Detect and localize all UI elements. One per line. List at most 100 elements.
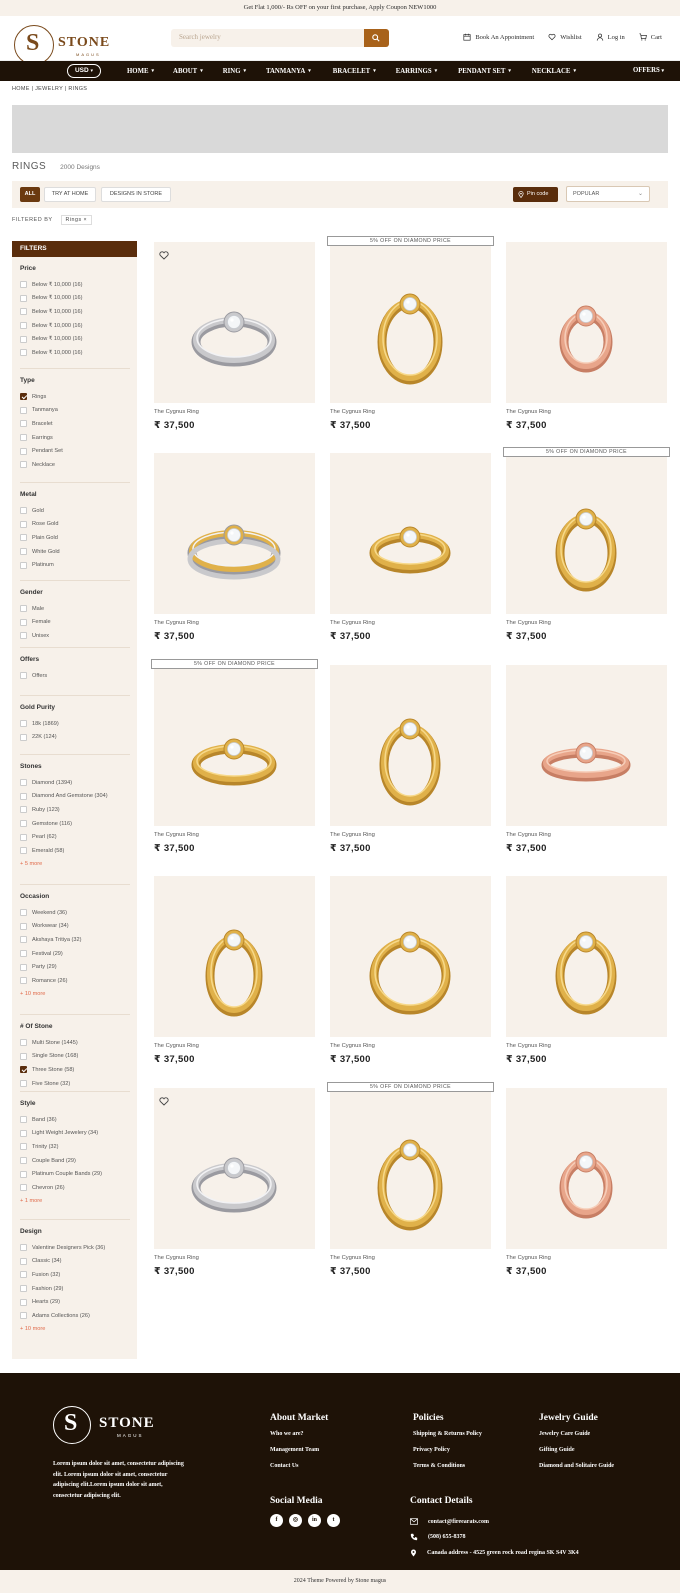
nav-item-ring[interactable]: RING ▾ (223, 68, 246, 75)
checkbox[interactable] (20, 720, 27, 728)
product-image[interactable] (154, 1088, 315, 1249)
nav-item-home[interactable]: HOME ▾ (127, 68, 154, 75)
footer-link[interactable]: Privacy Policy (413, 1447, 482, 1463)
footer-link[interactable]: Management Team (270, 1447, 328, 1463)
product-card[interactable]: The Cygnus Ring ₹ 37,500 (506, 665, 667, 854)
checkbox[interactable] (20, 322, 27, 330)
checkbox[interactable] (20, 632, 27, 640)
filter-option[interactable]: Necklace (20, 458, 130, 472)
checkbox[interactable] (20, 733, 27, 741)
filter-option[interactable]: Below ₹ 10,000 (16) (20, 278, 130, 292)
checkbox[interactable] (20, 335, 27, 343)
product-name[interactable]: The Cygnus Ring (154, 620, 315, 626)
linkedin-icon[interactable]: in (308, 1514, 321, 1527)
wishlist-link[interactable]: Wishlist (548, 33, 582, 41)
product-image[interactable] (330, 453, 491, 614)
login-link[interactable]: Log in (596, 33, 625, 41)
product-card[interactable]: The Cygnus Ring ₹ 37,500 (506, 1088, 667, 1277)
product-name[interactable]: The Cygnus Ring (154, 1255, 315, 1261)
filter-option[interactable]: Pearl (62) (20, 830, 130, 844)
filter-option[interactable]: Gold (20, 504, 130, 518)
facebook-icon[interactable]: f (270, 1514, 283, 1527)
filter-option[interactable]: Pendant Set (20, 444, 130, 458)
checkbox[interactable] (20, 977, 27, 985)
filter-option[interactable]: Plain Gold (20, 531, 130, 545)
checkbox[interactable] (20, 1129, 27, 1137)
checkbox[interactable] (20, 507, 27, 515)
checkbox[interactable] (20, 1244, 27, 1252)
checkbox[interactable] (20, 922, 27, 930)
checkbox[interactable] (20, 1312, 27, 1320)
product-name[interactable]: The Cygnus Ring (330, 409, 491, 415)
checkbox[interactable] (20, 461, 27, 469)
checkbox[interactable] (20, 618, 27, 626)
product-image[interactable] (330, 876, 491, 1037)
filter-option[interactable]: Unisex (20, 629, 130, 643)
nav-item-necklace[interactable]: NECKLACE ▾ (532, 68, 576, 75)
product-name[interactable]: The Cygnus Ring (154, 832, 315, 838)
product-card[interactable]: The Cygnus Ring ₹ 37,500 (154, 242, 315, 431)
product-image[interactable] (506, 242, 667, 403)
checkbox[interactable] (20, 936, 27, 944)
checkbox[interactable] (20, 393, 27, 401)
promo-banner[interactable] (12, 105, 668, 153)
filter-option[interactable]: Platinum (20, 558, 130, 572)
product-name[interactable]: The Cygnus Ring (506, 832, 667, 838)
checkbox[interactable] (20, 534, 27, 542)
filter-option[interactable]: Below ₹ 10,000 (16) (20, 305, 130, 319)
product-name[interactable]: The Cygnus Ring (330, 1255, 491, 1261)
product-image[interactable]: 5% OFF ON DIAMOND PRICE (151, 659, 318, 826)
product-card[interactable]: 5% OFF ON DIAMOND PRICE The Cygnus Ring ₹ … (151, 659, 318, 854)
product-name[interactable]: The Cygnus Ring (506, 1043, 667, 1049)
filter-option[interactable]: Male (20, 602, 130, 616)
checkbox[interactable] (20, 1052, 27, 1060)
filter-option[interactable]: 22K (124) (20, 731, 130, 745)
book-appointment-link[interactable]: Book An Appointment (463, 33, 534, 41)
product-image[interactable]: 5% OFF ON DIAMOND PRICE (327, 236, 494, 403)
checkbox[interactable] (20, 1143, 27, 1151)
checkbox[interactable] (20, 349, 27, 357)
checkbox[interactable] (20, 548, 27, 556)
checkbox[interactable] (20, 1157, 27, 1165)
search-input[interactable]: Search jewelry (171, 29, 389, 47)
wishlist-heart-icon[interactable] (159, 1093, 169, 1111)
filter-option[interactable]: Ruby (123) (20, 803, 130, 817)
filter-option[interactable]: Valentine Designers Pick (36) (20, 1241, 130, 1255)
checkbox[interactable] (20, 1170, 27, 1178)
footer-link[interactable]: Jewelry Care Guide (539, 1431, 614, 1447)
checkbox[interactable] (20, 672, 27, 680)
product-card[interactable]: 5% OFF ON DIAMOND PRICE The Cygnus Ring ₹ … (327, 1082, 494, 1277)
filter-option[interactable]: Romance (26) (20, 974, 130, 988)
show-more-link[interactable]: + 10 more (20, 1326, 130, 1332)
checkbox[interactable] (20, 1066, 27, 1074)
filter-option[interactable]: Below ₹ 10,000 (16) (20, 332, 130, 346)
filter-option[interactable]: Below ₹ 10,000 (16) (20, 319, 130, 333)
filter-option[interactable]: Below ₹ 10,000 (16) (20, 292, 130, 306)
nav-item-pendant-set[interactable]: PENDANT SET ▾ (458, 68, 511, 75)
product-name[interactable]: The Cygnus Ring (330, 1043, 491, 1049)
checkbox[interactable] (20, 833, 27, 841)
checkbox[interactable] (20, 950, 27, 958)
filter-option[interactable]: Party (29) (20, 960, 130, 974)
filter-option[interactable]: Multi Stone (1445) (20, 1036, 130, 1050)
checkbox[interactable] (20, 909, 27, 917)
filter-option[interactable]: Hearts (29) (20, 1295, 130, 1309)
checkbox[interactable] (20, 779, 27, 787)
product-card[interactable]: The Cygnus Ring ₹ 37,500 (154, 876, 315, 1065)
filter-option[interactable]: Offers (20, 669, 130, 683)
nav-item-about[interactable]: ABOUT ▾ (173, 68, 203, 75)
contact-email[interactable]: contact@fireearats.com (410, 1514, 579, 1530)
checkbox[interactable] (20, 561, 27, 569)
checkbox[interactable] (20, 1039, 27, 1047)
product-image[interactable] (506, 1088, 667, 1249)
chip-designs-in-store[interactable]: DESIGNS IN STORE (101, 187, 171, 202)
product-image[interactable] (506, 876, 667, 1037)
chip-try-at-home[interactable]: TRY AT HOME (44, 187, 96, 202)
filter-option[interactable]: Tanmanya (20, 404, 130, 418)
show-more-link[interactable]: + 1 more (20, 1198, 130, 1204)
filter-option[interactable]: Female (20, 616, 130, 630)
filter-option[interactable]: White Gold (20, 545, 130, 559)
product-image[interactable] (506, 665, 667, 826)
footer-link[interactable]: Who we are? (270, 1431, 328, 1447)
filter-tag-rings[interactable]: Rings × (60, 215, 93, 225)
